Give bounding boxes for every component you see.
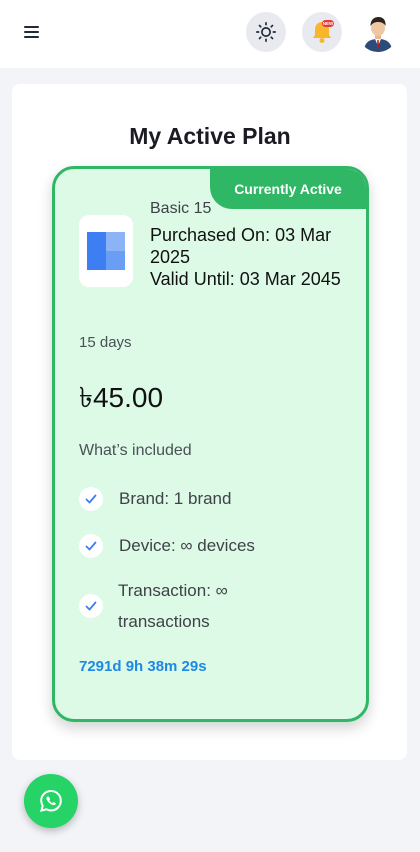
hamburger-menu-icon[interactable] <box>22 24 42 40</box>
bell-icon: NEW <box>313 20 334 43</box>
feature-item: Device: ∞ devices <box>79 530 255 561</box>
notification-button[interactable]: NEW <box>302 12 342 52</box>
sun-icon <box>256 22 276 42</box>
whatsapp-button[interactable] <box>24 774 78 828</box>
whatsapp-icon <box>39 789 62 813</box>
plan-dates: Purchased On: 03 Mar 2025 Valid Until: 0… <box>150 224 355 290</box>
feature-label: Transaction: ∞ transactions <box>118 581 228 631</box>
active-plan-card: Currently Active Basic 15 Purchased On: … <box>52 166 369 722</box>
plan-icon <box>87 232 125 270</box>
plan-price: ৳45.00 <box>79 382 164 413</box>
purchased-date: Purchased On: 03 Mar 2025 <box>150 225 332 267</box>
feature-item: Brand: 1 brand <box>79 483 231 514</box>
countdown-timer: 7291d 9h 38m 29s <box>79 658 207 675</box>
plan-logo <box>79 215 133 287</box>
feature-label: Device: ∞ devices <box>119 536 255 555</box>
plan-name: Basic 15 <box>150 200 212 217</box>
top-bar: NEW <box>0 0 420 68</box>
feature-label: Brand: 1 brand <box>119 489 232 508</box>
check-icon <box>79 594 103 618</box>
page-title: My Active Plan <box>129 123 291 149</box>
user-avatar[interactable] <box>358 12 398 52</box>
check-icon <box>79 486 103 511</box>
included-heading: What’s included <box>79 442 192 459</box>
valid-until-date: Valid Until: 03 Mar 2045 <box>150 269 341 289</box>
currently-active-badge: Currently Active <box>210 169 366 209</box>
feature-item: Transaction: ∞ transactions <box>79 575 268 637</box>
plan-duration: 15 days <box>79 334 132 351</box>
check-icon <box>79 533 103 558</box>
theme-toggle-button[interactable] <box>246 12 286 52</box>
notification-badge: NEW <box>323 21 334 26</box>
